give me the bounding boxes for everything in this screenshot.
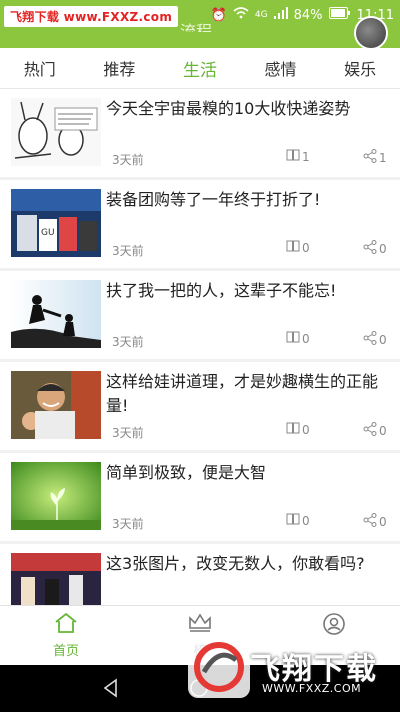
watermark-top-left: 飞翔下载 www.FXXZ.com xyxy=(4,6,179,27)
article-title: 装备团购等了一年终于打折了! xyxy=(106,190,321,209)
home-icon xyxy=(21,612,111,638)
nav-home-label: 首页 xyxy=(52,644,79,659)
book-icon xyxy=(286,513,300,528)
read-count-value: 0 xyxy=(302,422,310,437)
article-time: 3天前 xyxy=(112,426,144,440)
article-title: 扶了我一把的人，这辈子不能忘! xyxy=(106,281,337,300)
article-feed: 今天全宇宙最糗的10大收快递姿势 3天前 1 1 GU 装备团购等了一年终于打折… xyxy=(0,89,400,605)
share-icon xyxy=(363,331,377,348)
svg-text:GU: GU xyxy=(41,228,55,238)
tab-entertainment[interactable]: 娱乐 xyxy=(344,56,376,80)
share-icon xyxy=(363,422,377,439)
article-title: 简单到极致，便是大智 xyxy=(106,463,267,482)
avatar[interactable] xyxy=(354,16,388,50)
watermark-url: WWW.FXXZ.COM xyxy=(262,682,362,695)
article-thumbnail xyxy=(11,98,101,166)
share-icon xyxy=(363,240,377,257)
article-time: 3天前 xyxy=(112,244,144,258)
battery-percent: 84% xyxy=(293,7,323,23)
read-count-value: 1 xyxy=(302,149,310,164)
share-count-value: 0 xyxy=(379,514,387,529)
list-item[interactable]: 今天全宇宙最糗的10大收快递姿势 3天前 1 1 xyxy=(0,89,400,177)
article-title: 这3张图片，改变无数人，你敢看吗? xyxy=(106,554,365,573)
read-count: 0 xyxy=(286,422,310,437)
tab-emotion[interactable]: 感情 xyxy=(265,56,297,80)
read-count: 0 xyxy=(286,331,310,346)
book-icon xyxy=(286,422,300,437)
list-item[interactable]: 简单到极致，便是大智 3天前 0 0 xyxy=(0,453,400,541)
signal-icon xyxy=(273,7,288,23)
read-count-value: 0 xyxy=(302,513,310,528)
list-item[interactable]: 这3张图片，改变无数人，你敢看吗? xyxy=(0,544,400,605)
read-count: 1 xyxy=(286,149,310,164)
article-time: 3天前 xyxy=(112,153,144,167)
list-item[interactable]: 这样给娃讲道理，才是妙趣横生的正能量! 3天前 0 0 xyxy=(0,362,400,450)
article-thumbnail xyxy=(11,553,101,605)
share-count-value: 0 xyxy=(379,423,387,438)
back-icon[interactable] xyxy=(100,677,122,703)
list-item[interactable]: 扶了我一把的人，这辈子不能忘! 3天前 0 0 xyxy=(0,271,400,359)
share-count-value: 1 xyxy=(379,150,387,165)
header-bar xyxy=(0,32,400,48)
share-count[interactable]: 1 xyxy=(363,149,387,166)
article-thumbnail xyxy=(11,462,101,530)
share-count-value: 0 xyxy=(379,332,387,347)
nav-home[interactable]: 首页 xyxy=(21,612,111,664)
share-icon xyxy=(363,513,377,530)
article-time: 3天前 xyxy=(112,335,144,349)
share-count[interactable]: 0 xyxy=(363,240,387,257)
article-thumbnail: GU xyxy=(11,189,101,257)
article-thumbnail xyxy=(11,280,101,348)
article-thumbnail xyxy=(11,371,101,439)
book-icon xyxy=(286,149,300,164)
book-icon xyxy=(286,240,300,255)
battery-icon xyxy=(328,7,351,23)
wifi-icon xyxy=(233,7,249,23)
category-tabs: 热门 推荐 生活 感情 娱乐 xyxy=(0,48,400,89)
share-count[interactable]: 0 xyxy=(363,422,387,439)
article-time: 3天前 xyxy=(112,517,144,531)
read-count-value: 0 xyxy=(302,331,310,346)
alarm-icon: ⏰ xyxy=(210,7,227,23)
share-icon xyxy=(363,149,377,166)
article-title: 今天全宇宙最糗的10大收快递姿势 xyxy=(106,99,351,118)
tab-hot[interactable]: 热门 xyxy=(24,56,56,80)
share-count-value: 0 xyxy=(379,241,387,256)
read-count: 0 xyxy=(286,513,310,528)
read-count: 0 xyxy=(286,240,310,255)
article-title: 这样给娃讲道理，才是妙趣横生的正能量! xyxy=(106,372,379,415)
page-title: 流程 xyxy=(180,22,213,32)
tab-life[interactable]: 生活 xyxy=(183,56,217,81)
share-count[interactable]: 0 xyxy=(363,513,387,530)
share-count[interactable]: 0 xyxy=(363,331,387,348)
book-icon xyxy=(286,331,300,346)
tab-recommend[interactable]: 推荐 xyxy=(103,56,135,80)
list-item[interactable]: GU 装备团购等了一年终于打折了! 3天前 0 0 xyxy=(0,180,400,268)
read-count-value: 0 xyxy=(302,240,310,255)
network-label: 4G xyxy=(254,10,268,20)
